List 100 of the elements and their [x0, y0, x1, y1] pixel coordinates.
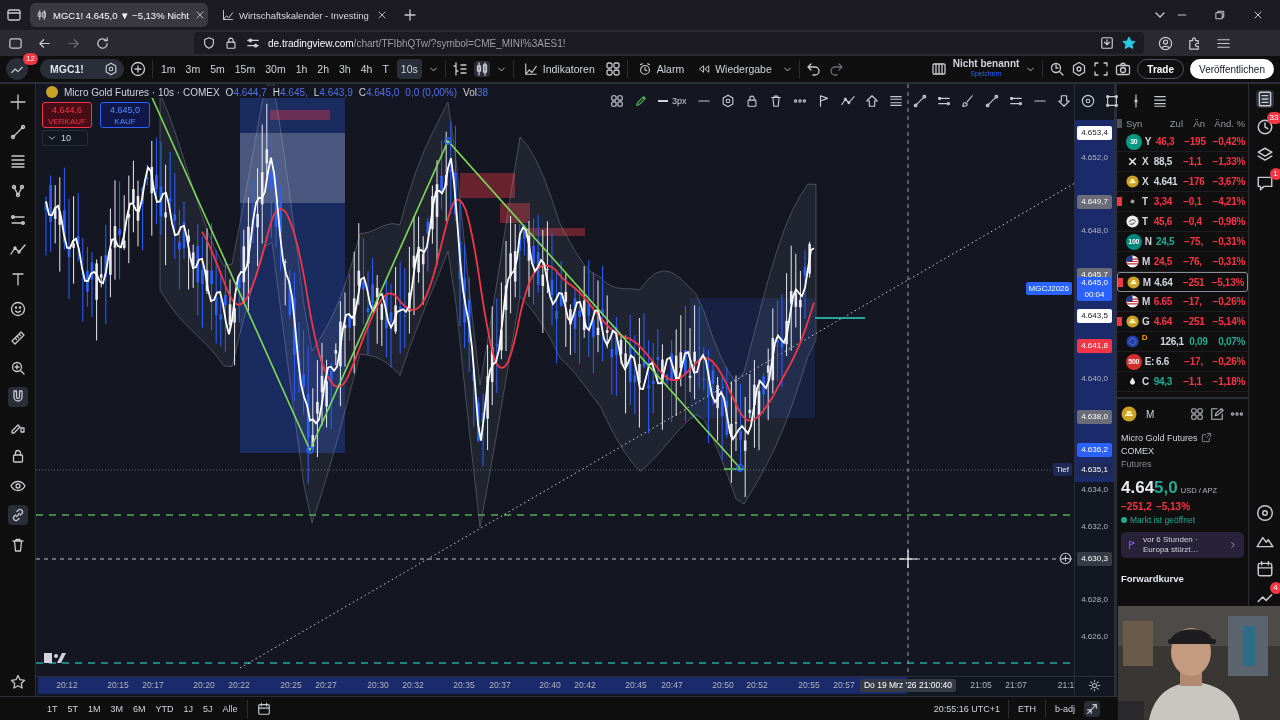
address-field[interactable]: de.tradingview.com/chart/TFIbhQTw/?symbol=CME_MINI%3AES1! — [194, 32, 1144, 54]
collapse-icon[interactable] — [1084, 700, 1100, 717]
new-tab-icon[interactable] — [402, 7, 418, 23]
diagonal-line-icon[interactable] — [984, 94, 999, 108]
rectangle-icon[interactable] — [1104, 94, 1119, 108]
browser-tab[interactable]: Wirtschaftskalender - Investing — [216, 3, 394, 27]
watchlist-row[interactable]: M 24,5 −76, −0,31% — [1117, 252, 1248, 272]
range-button[interactable]: Alle — [221, 699, 239, 718]
settings-icon[interactable] — [720, 94, 735, 108]
interval-button[interactable]: 3m — [183, 59, 203, 79]
indicators-button[interactable]: Indikatoren — [519, 58, 599, 80]
restore-icon[interactable] — [1214, 9, 1226, 21]
alert-button[interactable]: Alarm — [633, 58, 689, 80]
symbol-search-field[interactable]: MGC1! — [40, 59, 124, 79]
download-icon[interactable] — [1100, 36, 1114, 50]
range-button[interactable]: YTD — [154, 699, 175, 718]
watchlist-row[interactable]: C 94,3 −1,1 −1,18% — [1117, 372, 1248, 392]
object-tree-icon[interactable] — [610, 94, 624, 108]
templates-icon[interactable] — [604, 61, 621, 77]
grid-icon[interactable] — [1190, 407, 1204, 421]
watchlist-row[interactable]: X 4.641 −176 −3,67% — [1117, 172, 1248, 192]
row-flag-icon[interactable] — [1118, 277, 1123, 287]
pencil-icon[interactable] — [634, 94, 648, 108]
watchlist-row[interactable]: T 45,6 −0,4 −0,98% — [1117, 212, 1248, 232]
range-button[interactable]: 1T — [46, 699, 59, 718]
interval-button[interactable]: 15m — [232, 59, 258, 79]
interval-button[interactable]: 1m — [159, 59, 178, 79]
magnet-icon[interactable] — [7, 387, 28, 407]
range-button[interactable]: 5J — [202, 699, 214, 718]
range-button[interactable]: 5T — [66, 699, 80, 718]
target-icon[interactable] — [1255, 504, 1274, 522]
layers-icon[interactable] — [1255, 146, 1274, 164]
channel-icon[interactable] — [936, 94, 951, 108]
range-button[interactable]: 1M — [87, 699, 102, 718]
notes-icon[interactable] — [1255, 90, 1274, 108]
session-button[interactable]: ETH — [1017, 699, 1037, 718]
target-icon[interactable] — [1080, 94, 1095, 108]
quantity-dropdown[interactable]: 10 — [42, 130, 88, 146]
arrow-down-icon[interactable] — [1056, 94, 1071, 108]
close-icon[interactable] — [376, 9, 388, 21]
watchlist-row[interactable]: M 4.64 −251 −5,13% — [1117, 272, 1248, 292]
add-symbol-icon[interactable] — [130, 61, 146, 77]
interval-button[interactable]: 5m — [208, 59, 227, 79]
range-icon[interactable] — [1008, 94, 1023, 108]
layout-name[interactable]: Nicht benannt — [952, 59, 1020, 69]
zigzag-icon[interactable] — [840, 94, 855, 108]
layout-icon[interactable] — [930, 61, 947, 77]
watchlist-row[interactable]: D 126,1 0,09 0,07% — [1117, 332, 1248, 352]
watchlist-row[interactable]: T 3,34 −0,1 −4,21% — [1117, 192, 1248, 212]
date-range-icon[interactable] — [255, 700, 272, 717]
brush-icon[interactable] — [960, 94, 975, 108]
watchlist-row[interactable]: X 88,5 −1,1 −1,33% — [1117, 152, 1248, 172]
interval-button[interactable]: 2h — [315, 59, 332, 79]
interval-button[interactable]: 10s — [396, 59, 422, 79]
interval-button[interactable]: 4h — [358, 59, 375, 79]
arrow-up-icon[interactable] — [864, 94, 879, 108]
chat-icon[interactable] — [1255, 174, 1274, 192]
replay-button[interactable]: Wiedergabe — [694, 58, 776, 80]
reload-icon[interactable] — [95, 35, 110, 51]
camera-icon[interactable] — [1115, 61, 1132, 77]
star-icon[interactable] — [1122, 36, 1136, 50]
user-avatar[interactable] — [6, 58, 28, 80]
range-button[interactable]: 6M — [132, 699, 147, 718]
column-header[interactable]: Änd. % — [1205, 117, 1245, 129]
news-card[interactable]: vor 6 Stunden · Europa stürzt… — [1121, 532, 1244, 558]
browser-tab[interactable]: MGC1! 4.645,0 ▼ −5,13% Nicht — [30, 3, 208, 27]
redo-icon[interactable] — [827, 61, 844, 77]
interval-button[interactable]: 30m — [263, 59, 288, 79]
interval-button[interactable]: 3h — [337, 59, 353, 79]
bars-icon[interactable] — [451, 61, 468, 77]
candles-icon[interactable] — [473, 61, 490, 77]
alarm-clock-icon[interactable] — [1255, 118, 1274, 136]
calendar-icon[interactable] — [1255, 560, 1274, 578]
watchlist-row[interactable]: G 4.64 −251 −5,14% — [1117, 312, 1248, 332]
add-alert-icon[interactable] — [1059, 552, 1072, 565]
interval-button[interactable]: T — [380, 59, 391, 79]
publish-button[interactable]: Veröffentlichen — [1190, 59, 1274, 79]
settings-icon[interactable] — [1071, 61, 1088, 77]
column-header[interactable]: Zul — [1148, 117, 1183, 129]
sell-button[interactable]: 4.644,6 VERKAUF — [42, 102, 92, 128]
interval-button[interactable]: 1h — [293, 59, 310, 79]
watchlist-row[interactable]: M 6.65 −17, −0,26% — [1117, 292, 1248, 312]
close-icon[interactable] — [1252, 9, 1264, 21]
tab-list-icon[interactable] — [6, 7, 22, 23]
fullscreen-icon[interactable] — [1093, 61, 1110, 77]
quick-search-icon[interactable] — [1049, 61, 1066, 77]
adjustment-button[interactable]: b-adj — [1054, 699, 1076, 718]
profile-icon[interactable] — [1158, 35, 1173, 51]
link-icon[interactable] — [7, 505, 28, 525]
external-link-icon[interactable] — [1200, 432, 1212, 443]
lines-icon[interactable] — [888, 94, 903, 108]
clock-text[interactable]: 20:55:16 UTC+1 — [933, 703, 1000, 714]
extensions-icon[interactable] — [1187, 35, 1202, 51]
column-header[interactable]: Syn — [1126, 117, 1148, 129]
undo-icon[interactable] — [805, 61, 822, 77]
settings-icon[interactable] — [1088, 679, 1101, 692]
layers-icon[interactable] — [1152, 94, 1167, 108]
line-width-button[interactable]: 3px — [658, 96, 687, 106]
range-button[interactable]: 1J — [182, 699, 195, 718]
buy-button[interactable]: 4.645,0 KAUF — [100, 102, 150, 128]
